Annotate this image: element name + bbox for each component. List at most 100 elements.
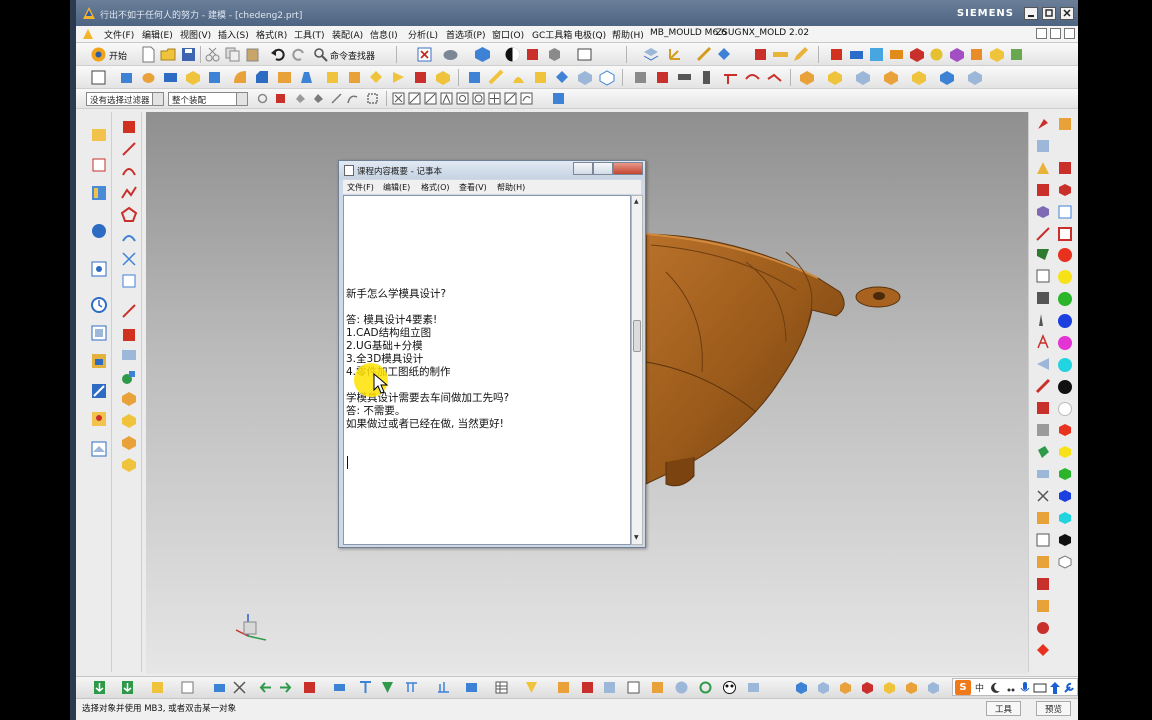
open-folder-icon[interactable]: [160, 46, 177, 63]
mold-project-icon[interactable]: [848, 46, 865, 63]
section-view-icon[interactable]: [524, 46, 541, 63]
pull-face-icon[interactable]: [488, 69, 505, 86]
shading-icon[interactable]: [504, 46, 521, 63]
punctuation-icon[interactable]: [1005, 682, 1017, 694]
orient-view-icon[interactable]: [474, 46, 491, 63]
mould-plate-e-icon[interactable]: [882, 680, 897, 695]
menu-tools[interactable]: 工具(T): [294, 28, 325, 41]
copy-icon[interactable]: [224, 46, 241, 63]
mould-trim-icon[interactable]: [580, 680, 595, 695]
mould-cooling-line-icon[interactable]: [436, 680, 451, 695]
notepad-menu-help[interactable]: 帮助(H): [497, 182, 525, 193]
cube-yellow-icon[interactable]: [1057, 444, 1073, 460]
mould-gate-icon[interactable]: [380, 680, 395, 695]
reuse-library-icon[interactable]: [90, 222, 108, 240]
wireframe-icon[interactable]: [1057, 204, 1073, 220]
notepad-minimize-button[interactable]: [573, 162, 593, 175]
text-letter-icon[interactable]: [1035, 334, 1051, 350]
translucent-icon[interactable]: [1035, 204, 1051, 220]
mirror-face-icon[interactable]: [598, 69, 615, 86]
constraint-icon[interactable]: [854, 69, 871, 86]
component-icon[interactable]: [826, 69, 843, 86]
mould-partition-icon[interactable]: [358, 680, 373, 695]
polygon-icon[interactable]: [120, 206, 138, 224]
cut-icon[interactable]: [204, 46, 221, 63]
blend-icon[interactable]: [232, 69, 249, 86]
pattern-face-icon[interactable]: [576, 69, 593, 86]
subtract-icon[interactable]: [390, 69, 407, 86]
replace-face-icon[interactable]: [510, 69, 527, 86]
menu-zsug[interactable]: ZSUG: [716, 28, 741, 38]
menu-format[interactable]: 格式(R): [256, 28, 287, 41]
notepad-menu-view[interactable]: 查看(V): [459, 182, 487, 193]
scissors-icon[interactable]: [1035, 488, 1051, 504]
mold-ejector-icon[interactable]: [968, 46, 985, 63]
cyan-color-swatch[interactable]: [1058, 358, 1072, 372]
ruler-icon[interactable]: [772, 46, 789, 63]
doc-restore-button[interactable]: [1050, 28, 1061, 39]
show-hide-icon[interactable]: [1035, 138, 1051, 154]
undo-icon[interactable]: [270, 46, 287, 63]
mould-pocket-icon[interactable]: [602, 680, 617, 695]
extrude-icon[interactable]: [118, 69, 135, 86]
select-edge-icon[interactable]: [330, 92, 343, 105]
bridge-curve-icon[interactable]: [120, 250, 138, 268]
mold-electrode-icon[interactable]: [1008, 46, 1025, 63]
check-geometry-icon[interactable]: [1035, 400, 1051, 416]
mold-part-d-icon[interactable]: [120, 456, 138, 474]
mold-cube-red-icon[interactable]: [828, 46, 845, 63]
isoparametric-curve-icon[interactable]: [120, 326, 138, 344]
mold-standard-part-icon[interactable]: [988, 46, 1005, 63]
arrow-left-icon[interactable]: [258, 680, 273, 695]
redo-icon[interactable]: [290, 46, 307, 63]
palette-icon[interactable]: [90, 440, 108, 458]
keyboard-icon[interactable]: [1033, 682, 1047, 694]
notepad-menu-format[interactable]: 格式(O): [421, 182, 450, 193]
notepad-close-button[interactable]: [613, 162, 643, 175]
mould-shrink-icon[interactable]: [232, 680, 247, 695]
explode-icon[interactable]: [882, 69, 899, 86]
notepad-maximize-button[interactable]: [593, 162, 613, 175]
mold-cooling-icon[interactable]: [928, 46, 945, 63]
unite-icon[interactable]: [368, 69, 385, 86]
menu-preferences[interactable]: 首选项(P): [446, 28, 485, 41]
blue-color-swatch[interactable]: [1058, 314, 1072, 328]
minimize-button[interactable]: [1024, 7, 1038, 20]
offset-face-icon[interactable]: [434, 69, 451, 86]
constraint-navigator-icon[interactable]: [90, 156, 108, 174]
close-button[interactable]: [1060, 7, 1074, 20]
mould-table-icon[interactable]: [494, 680, 509, 695]
preview-button[interactable]: 预览: [1036, 701, 1072, 716]
manufacturing-wizard-icon[interactable]: [90, 382, 108, 400]
mold-tool-c-icon[interactable]: [1035, 554, 1051, 570]
white-color-swatch[interactable]: [1058, 402, 1072, 416]
snap-arc-center-icon[interactable]: [456, 92, 469, 105]
assembly-icon[interactable]: [798, 69, 815, 86]
select-body-icon[interactable]: [312, 92, 325, 105]
snap-point-on-face-icon[interactable]: [504, 92, 517, 105]
notepad-menu-edit[interactable]: 编辑(E): [383, 182, 410, 193]
snap-point-icon[interactable]: [274, 92, 287, 105]
boss-icon[interactable]: [184, 69, 201, 86]
tube-icon[interactable]: [698, 69, 715, 86]
mold-base-icon[interactable]: [888, 46, 905, 63]
cube-white-icon[interactable]: [1057, 554, 1073, 570]
snap-view-icon[interactable]: [416, 46, 433, 63]
scroll-down-icon[interactable]: ▼: [634, 534, 639, 541]
render-style-icon[interactable]: [442, 46, 459, 63]
cube-green-icon[interactable]: [1057, 466, 1073, 482]
roles-icon[interactable]: [90, 410, 108, 428]
wave-link-icon[interactable]: [966, 69, 983, 86]
mould-project-icon[interactable]: [150, 680, 165, 695]
revolve-icon[interactable]: [140, 69, 157, 86]
point-set-icon[interactable]: [120, 368, 138, 386]
measure-distance-icon[interactable]: [1035, 378, 1051, 394]
menu-gc-toolkit[interactable]: GC工具箱: [532, 28, 572, 41]
extract-curve-icon[interactable]: [120, 346, 138, 364]
line-icon[interactable]: [120, 140, 138, 158]
red-color-swatch[interactable]: [1058, 248, 1072, 262]
mould-plate-f-icon[interactable]: [904, 680, 919, 695]
snap-point-on-curve-icon[interactable]: [488, 92, 501, 105]
menu-analysis[interactable]: 分析(L): [408, 28, 438, 41]
mould-plate-c-icon[interactable]: [838, 680, 853, 695]
